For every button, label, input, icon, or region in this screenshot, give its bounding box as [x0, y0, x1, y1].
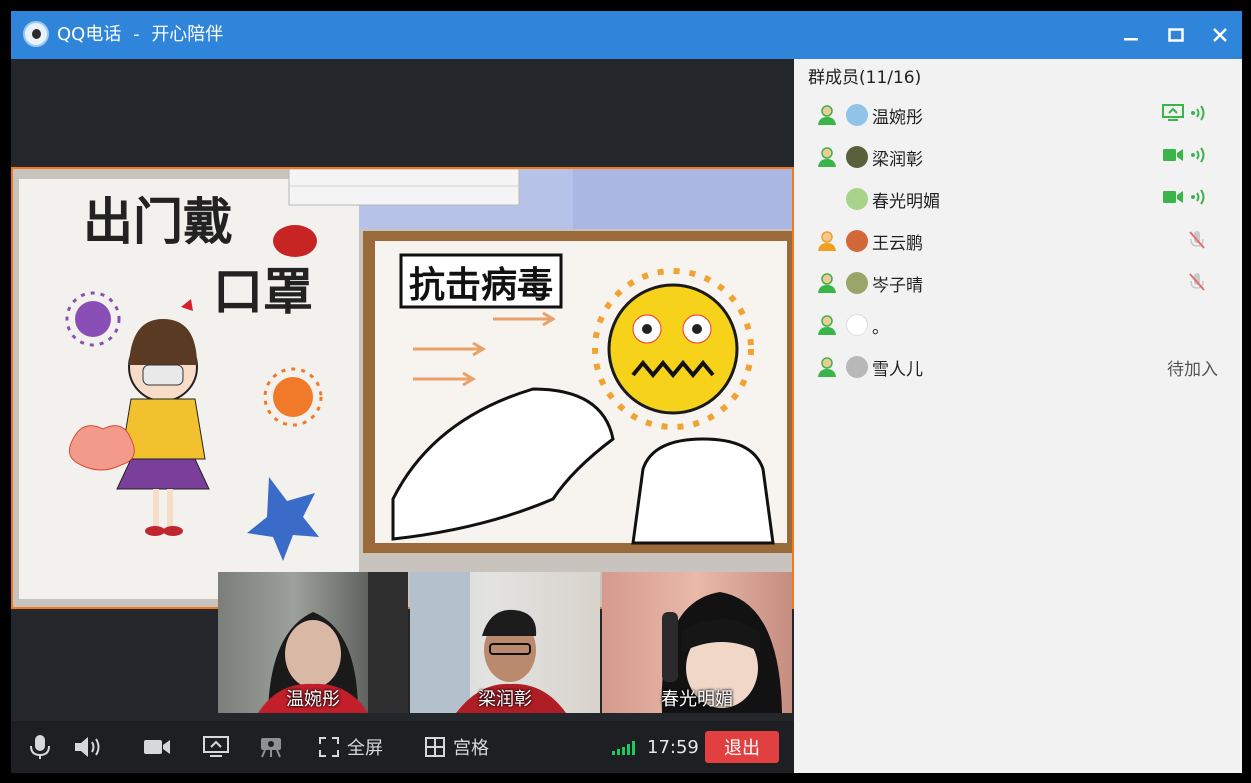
fullscreen-label: 全屏	[347, 738, 383, 759]
window-title-group: 开心陪伴	[151, 24, 224, 45]
member-status-text: 待加入	[1167, 360, 1218, 380]
member-indicators	[1162, 146, 1206, 164]
qq-call-window: QQ电话 - 开心陪伴 出门戴 口罩 抗击病毒 温婉彤 梁润彰 春光明媚 全屏 …	[11, 11, 1242, 773]
member-name: 岑子晴	[872, 276, 923, 296]
exit-button[interactable]: 退出	[705, 731, 779, 763]
microphone-icon	[30, 735, 50, 759]
member-name: 春光明媚	[872, 192, 940, 212]
fullscreen-icon	[319, 737, 339, 757]
member-row[interactable]: 温婉彤	[794, 95, 1242, 137]
member-indicators	[1162, 104, 1206, 122]
screen-share-status-icon	[1162, 104, 1184, 121]
thumbnail-name: 梁润彰	[478, 689, 532, 710]
camera-button[interactable]	[143, 721, 171, 773]
speaking-wave-icon	[1191, 189, 1205, 205]
member-row[interactable]: 梁润彰	[794, 137, 1242, 179]
qq-penguin-icon	[23, 21, 49, 47]
video-thumbnail[interactable]: 梁润彰	[410, 572, 600, 713]
member-status-person-icon	[818, 105, 836, 125]
member-status-person-icon	[818, 273, 836, 293]
poster-left-text-1: 出门戴	[83, 193, 233, 251]
title-bar[interactable]: QQ电话 - 开心陪伴	[11, 11, 1242, 59]
member-status-person-icon	[818, 147, 836, 167]
member-row[interactable]: 王云鹏	[794, 221, 1242, 263]
member-indicators	[1188, 272, 1206, 292]
video-area: 出门戴 口罩 抗击病毒 温婉彤 梁润彰 春光明媚	[11, 59, 794, 721]
exit-label: 退出	[724, 738, 760, 759]
member-indicators	[1162, 188, 1206, 206]
member-name: 梁润彰	[872, 150, 923, 170]
member-name: 温婉彤	[872, 108, 923, 128]
call-toolbar: 全屏 宫格 17:59 退出	[11, 721, 794, 773]
screen-share-icon	[203, 736, 229, 757]
maximize-icon	[1168, 28, 1184, 42]
speaker-button[interactable]	[73, 721, 103, 773]
shared-screen-view[interactable]: 出门戴 口罩 抗击病毒	[11, 167, 794, 609]
video-status-icon	[1163, 191, 1183, 203]
screen-share-button[interactable]	[203, 721, 229, 773]
microphone-button[interactable]	[29, 721, 51, 773]
member-status-person-icon	[818, 231, 836, 251]
mic-muted-icon	[1189, 273, 1205, 291]
speaking-wave-icon	[1191, 147, 1205, 163]
maximize-button[interactable]	[1154, 11, 1198, 59]
member-row[interactable]: 春光明媚	[794, 179, 1242, 221]
signal-strength-icon	[612, 741, 635, 755]
member-row[interactable]: 。	[794, 305, 1242, 347]
projector-icon	[261, 738, 281, 758]
member-name: 王云鹏	[872, 234, 923, 254]
mic-muted-icon	[1189, 231, 1205, 249]
video-status-icon	[1163, 149, 1183, 161]
member-avatar	[846, 356, 868, 378]
member-avatar	[846, 104, 868, 126]
grid-view-label: 宫格	[453, 738, 489, 759]
members-panel: 群成员(11/16) 温婉彤 梁润彰 春光明媚 王云鹏 岑子晴 。 雪人儿 待加…	[794, 59, 1242, 773]
minimize-button[interactable]	[1109, 11, 1153, 59]
video-camera-icon	[144, 740, 170, 754]
window-title-app: QQ电话	[57, 24, 122, 45]
video-thumbnail[interactable]: 春光明媚	[602, 572, 792, 713]
member-name: 。	[872, 318, 889, 338]
member-avatar	[846, 188, 868, 210]
close-button[interactable]	[1198, 11, 1242, 59]
grid-icon	[425, 737, 445, 757]
window-title: QQ电话 - 开心陪伴	[57, 23, 223, 47]
member-avatar	[846, 272, 868, 294]
member-row[interactable]: 岑子晴	[794, 263, 1242, 305]
thumbnail-name: 温婉彤	[286, 689, 340, 710]
poster-left-text-2: 口罩	[213, 263, 313, 321]
member-status-person-icon	[818, 357, 836, 377]
fullscreen-button[interactable]: 全屏	[319, 721, 383, 773]
call-time: 17:59	[647, 736, 699, 758]
call-status: 17:59	[611, 721, 699, 773]
window-title-separator: -	[133, 24, 140, 45]
member-row[interactable]: 雪人儿 待加入	[794, 347, 1242, 389]
projector-button[interactable]	[259, 721, 283, 773]
shared-screen-content: 出门戴 口罩 抗击病毒	[13, 169, 792, 607]
close-icon	[1213, 28, 1227, 42]
speaking-wave-icon	[1191, 105, 1205, 121]
minimize-icon	[1124, 38, 1138, 41]
grid-view-button[interactable]: 宫格	[425, 721, 489, 773]
video-thumbnail[interactable]: 温婉彤	[218, 572, 408, 713]
members-panel-title: 群成员(11/16)	[808, 68, 922, 88]
speaker-icon	[75, 737, 100, 757]
member-avatar	[846, 230, 868, 252]
poster-right-title: 抗击病毒	[409, 264, 553, 306]
member-avatar	[846, 146, 868, 168]
member-indicators	[1188, 230, 1206, 250]
member-avatar	[846, 314, 868, 336]
thumbnail-name: 春光明媚	[661, 689, 733, 710]
member-name: 雪人儿	[872, 360, 923, 380]
member-status-person-icon	[818, 315, 836, 335]
